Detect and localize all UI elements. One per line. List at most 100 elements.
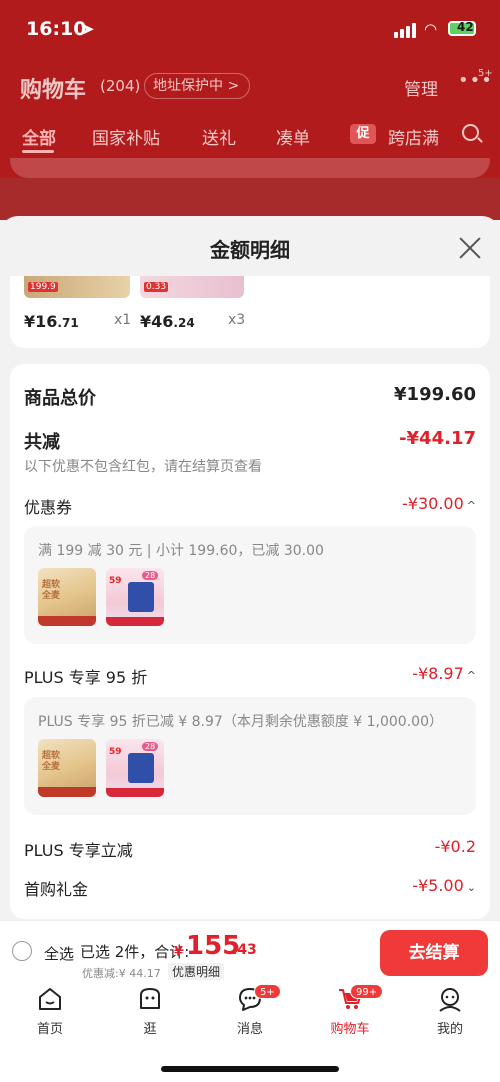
item-quantity: x1 <box>114 312 132 328</box>
sheet-title: 金额明细 <box>210 238 290 262</box>
product-thumbnail-bread[interactable]: 超软 全麦 <box>38 739 96 797</box>
tab-cross-store[interactable]: 跨店满 <box>388 124 439 149</box>
milk-can <box>128 582 154 612</box>
checkout-button[interactable]: 去结算 <box>380 930 488 976</box>
milk-price-tag: 59 <box>109 747 122 757</box>
tab-messages[interactable]: 5+ 消息 <box>210 984 290 1037</box>
tab-messages-label: 消息 <box>236 1022 263 1037</box>
select-all-checkbox[interactable] <box>12 941 32 961</box>
total-amount-decimal: .43 <box>232 942 257 958</box>
background-card <box>10 158 490 178</box>
thumb-price-tag: 199.9 <box>28 282 58 292</box>
tab-browse[interactable]: 逛 <box>110 986 190 1037</box>
item-price: ¥16.71 <box>24 312 79 331</box>
active-tab-underline <box>22 150 54 153</box>
plus-discount-value: -¥8.97 <box>412 664 464 683</box>
status-bar: 16:10 ➤ ◠ 42 <box>0 0 500 60</box>
cart-badge: 99+ <box>350 984 384 999</box>
coupon-value: -¥30.00 <box>402 494 464 513</box>
item-price: ¥46.24 <box>140 312 195 331</box>
profile-icon <box>439 988 461 1012</box>
milk-can <box>128 753 154 783</box>
browse-icon <box>140 988 160 1009</box>
tab-cart[interactable]: 99+ 购物车 <box>310 984 390 1037</box>
close-icon[interactable] <box>456 234 484 262</box>
tab-bundle[interactable]: 凑单 <box>276 124 310 149</box>
tab-home[interactable]: 首页 <box>10 986 90 1037</box>
select-all-label[interactable]: 全选 <box>44 943 74 964</box>
cart-filter-tabs: 全部 国家补贴 送礼 凑单 跨店满 <box>0 110 500 160</box>
background-area <box>0 178 500 220</box>
item-thumbnail[interactable]: 0.33 <box>140 276 244 298</box>
milk-promo-tag: 28 <box>142 571 159 580</box>
reduce-value: -¥44.17 <box>399 428 476 449</box>
item-price-int: ¥46 <box>140 312 174 331</box>
price-band <box>106 788 164 797</box>
total-label: 商品总价 <box>24 388 96 409</box>
chevron-down-icon: ⌄ <box>466 881 476 894</box>
item-thumbnail[interactable]: 199.9 <box>24 276 130 298</box>
price-band <box>38 616 96 626</box>
promo-tag: 促 <box>350 124 376 144</box>
product-thumbnail-milk[interactable]: 59 28 <box>106 739 164 797</box>
first-gift-toggle[interactable]: -¥5.00 ⌄ <box>412 876 476 895</box>
plus-discount-toggle[interactable]: -¥8.97 ^ <box>412 664 476 683</box>
battery-icon: 42 <box>448 20 476 36</box>
tab-cart-label: 购物车 <box>330 1022 370 1037</box>
discount-detail-link[interactable]: 优惠明细 <box>168 963 225 980</box>
tab-profile-label: 我的 <box>436 1022 463 1037</box>
reduce-note: 以下优惠不包含红包，请在结算页查看 <box>24 459 262 475</box>
selected-count-text: 已选 2件，合计: <box>80 943 190 961</box>
home-icon <box>39 988 61 1010</box>
messages-badge: 5+ <box>254 984 281 999</box>
product-thumbnail-bread[interactable]: 超软 全麦 <box>38 568 96 626</box>
address-protection-pill[interactable]: 地址保护中 > <box>144 73 251 99</box>
first-gift-value: -¥5.00 <box>412 876 464 895</box>
wifi-icon: ◠ <box>424 20 438 38</box>
coupon-toggle[interactable]: -¥30.00 ^ <box>402 494 476 513</box>
cart-header: 购物车 (204) 地址保护中 > 管理 ••• 5+ <box>0 60 500 110</box>
plus-cut-value: -¥0.2 <box>434 837 476 856</box>
plus-detail-text: PLUS 专享 95 折已减 ¥ 8.97（本月剩余优惠额度 ¥ 1,000.0… <box>38 714 443 730</box>
chevron-up-icon: ^ <box>466 499 476 512</box>
first-gift-label: 首购礼金 <box>24 880 89 899</box>
plus-detail-card: PLUS 专享 95 折已减 ¥ 8.97（本月剩余优惠额度 ¥ 1,000.0… <box>24 697 476 815</box>
status-time: 16:10 <box>26 18 87 40</box>
item-price-dec: .71 <box>57 316 79 330</box>
coupon-label: 优惠券 <box>24 498 73 517</box>
price-band <box>38 787 96 797</box>
location-arrow-icon: ➤ <box>82 20 95 38</box>
plus-cut-label: PLUS 专享立减 <box>24 841 133 860</box>
cellular-signal-icon <box>394 22 418 38</box>
tab-home-label: 首页 <box>36 1022 63 1037</box>
price-summary-card: 商品总价 ¥199.60 共减 -¥44.17 以下优惠不包含红包，请在结算页查… <box>10 364 490 919</box>
bread-label: 超软 全麦 <box>42 580 61 601</box>
tab-national-subsidy[interactable]: 国家补贴 <box>92 124 160 149</box>
milk-price-tag: 59 <box>109 576 122 586</box>
discount-amount: 优惠减:¥ 44.17 <box>82 967 161 980</box>
item-price-int: ¥16 <box>24 312 58 331</box>
cart-title: 购物车 <box>20 78 87 103</box>
total-value: ¥199.60 <box>394 384 476 405</box>
tab-all[interactable]: 全部 <box>22 124 56 149</box>
selected-items-card: 199.9 0.33 ¥16.71 x1 ¥46.24 x3 <box>10 276 490 348</box>
battery-level: 42 <box>457 20 474 34</box>
price-band <box>106 617 164 626</box>
search-icon[interactable] <box>462 124 479 141</box>
more-badge: 5+ <box>478 68 493 79</box>
total-currency: ¥ <box>174 945 184 960</box>
checkout-bar: 全选 已选 2件，合计: ¥ 155 .43 优惠减:¥ 44.17 优惠明细 … <box>0 920 500 982</box>
home-indicator <box>161 1066 339 1072</box>
tab-browse-label: 逛 <box>143 1022 157 1037</box>
item-price-dec: .24 <box>173 316 195 330</box>
milk-promo-tag: 28 <box>142 742 159 751</box>
thumb-price-tag: 0.33 <box>144 282 169 292</box>
product-thumbnail-milk[interactable]: 59 28 <box>106 568 164 626</box>
coupon-detail-card: 满 199 减 30 元 | 小计 199.60，已减 30.00 超软 全麦 … <box>24 526 476 644</box>
chevron-up-icon: ^ <box>466 669 476 682</box>
coupon-detail-text: 满 199 减 30 元 | 小计 199.60，已减 30.00 <box>38 543 324 559</box>
tab-profile[interactable]: 我的 <box>410 986 490 1037</box>
tab-gift[interactable]: 送礼 <box>202 124 236 149</box>
reduce-label: 共减 <box>24 432 60 453</box>
manage-button[interactable]: 管理 <box>404 75 438 100</box>
